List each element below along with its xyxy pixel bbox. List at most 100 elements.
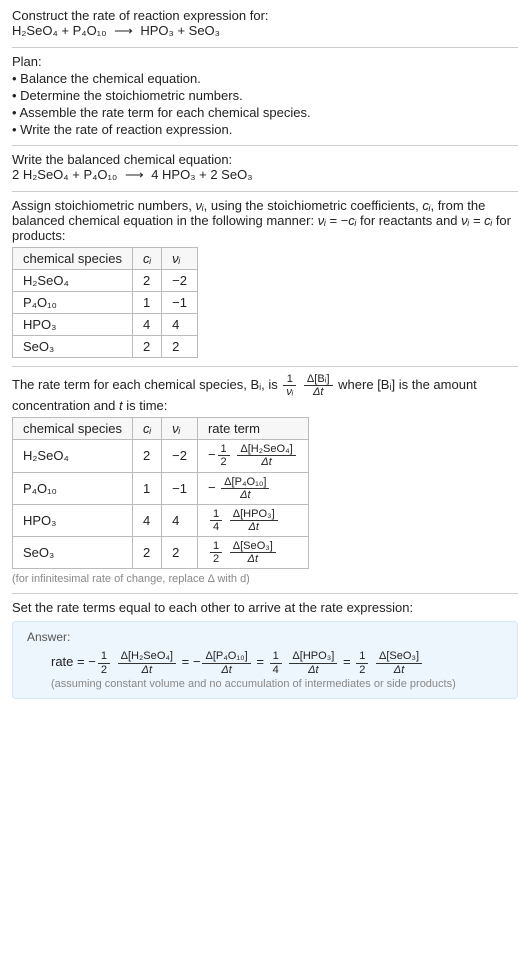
den: Δt	[304, 386, 333, 398]
divider	[12, 47, 518, 48]
delta-frac: Δ[P₄O₁₀]Δt	[202, 650, 250, 675]
delta-frac: Δ[HPO₃]Δt	[289, 650, 337, 675]
den: 2	[356, 664, 368, 676]
eq-products: νᵢ = cᵢ	[461, 213, 492, 228]
num: Δ[H₂SeO₄]	[118, 650, 176, 663]
col-vi: νᵢ	[162, 248, 198, 270]
divider	[12, 191, 518, 192]
table-row: SeO₃ 2 2 12 Δ[SeO₃]Δt	[13, 537, 309, 569]
num: Δ[SeO₃]	[376, 650, 422, 663]
cell-rateterm: − Δ[P₄O₁₀]Δt	[197, 472, 308, 504]
plan-item: • Assemble the rate term for each chemic…	[12, 105, 518, 120]
table-header-row: chemical species cᵢ νᵢ rate term	[13, 418, 309, 440]
table-row: P₄O₁₀1−1	[13, 292, 198, 314]
plus: +	[174, 23, 189, 38]
infinitesimal-note: (for infinitesimal rate of change, repla…	[12, 573, 518, 585]
delta-frac: Δ[P₄O₁₀]Δt	[221, 476, 269, 501]
den: νᵢ	[283, 386, 296, 398]
assign-text: , using the stoichiometric coefficients,	[204, 198, 423, 213]
col-ci: cᵢ	[133, 418, 162, 440]
cell-ci: 2	[133, 440, 162, 472]
cell-vi: 4	[162, 504, 198, 536]
divider	[12, 145, 518, 146]
cell-species: H₂SeO₄	[13, 270, 133, 292]
cell-species: P₄O₁₀	[13, 472, 133, 504]
cell-vi: 4	[162, 314, 198, 336]
delta-frac: Δ[H₂SeO₄]Δt	[118, 650, 176, 675]
divider	[12, 366, 518, 367]
num: 1	[210, 508, 222, 521]
balanced-section: Write the balanced chemical equation: 2 …	[12, 152, 518, 183]
col-rateterm: rate term	[197, 418, 308, 440]
coef-frac: 12	[210, 540, 222, 565]
assign-text: Assign stoichiometric numbers,	[12, 198, 196, 213]
cell-species: SeO₃	[13, 537, 133, 569]
col-vi: νᵢ	[162, 418, 198, 440]
stoich-table: chemical species cᵢ νᵢ H₂SeO₄2−2 P₄O₁₀1−…	[12, 247, 198, 358]
bi: Bᵢ	[250, 377, 261, 392]
cell-species: HPO₃	[13, 504, 133, 536]
plan-item: • Write the rate of reaction expression.	[12, 122, 518, 137]
rate-expression: rate = −12 Δ[H₂SeO₄]Δt = −Δ[P₄O₁₀]Δt = 1…	[51, 650, 503, 675]
coef-frac: 12	[98, 650, 110, 675]
nu-i: νᵢ	[196, 198, 204, 213]
num: Δ[H₂SeO₄]	[237, 443, 295, 456]
coef-frac: 12	[218, 443, 230, 468]
den: Δt	[289, 664, 337, 676]
rateterm-text: is time:	[123, 398, 168, 413]
num: 1	[283, 373, 296, 386]
neg-sign: −	[193, 654, 201, 669]
table-row: SeO₃22	[13, 336, 198, 358]
den: 2	[210, 553, 222, 565]
cell-vi: −2	[162, 440, 198, 472]
den: Δt	[221, 489, 269, 501]
rateterm-text: , is	[261, 377, 281, 392]
cell-vi: 2	[162, 336, 198, 358]
intro-section: Construct the rate of reaction expressio…	[12, 8, 518, 39]
cell-species: P₄O₁₀	[13, 292, 133, 314]
cell-rateterm: 12 Δ[SeO₃]Δt	[197, 537, 308, 569]
cell-species: HPO₃	[13, 314, 133, 336]
plan-title: Plan:	[12, 54, 518, 69]
table-header-row: chemical species cᵢ νᵢ	[13, 248, 198, 270]
assign-section: Assign stoichiometric numbers, νᵢ, using…	[12, 198, 518, 358]
equals: =	[343, 654, 354, 669]
cell-vi: −1	[162, 292, 198, 314]
col-ci: cᵢ	[133, 248, 162, 270]
num: Δ[P₄O₁₀]	[202, 650, 250, 663]
species-h2seo4: H₂SeO₄	[12, 23, 58, 38]
rate-eq: rate =	[51, 654, 88, 669]
table-row: H₂SeO₄2−2	[13, 270, 198, 292]
cell-rateterm: 14 Δ[HPO₃]Δt	[197, 504, 308, 536]
sign: −	[208, 480, 216, 495]
cell-ci: 4	[133, 314, 162, 336]
balanced-term: 4 HPO₃	[151, 167, 195, 182]
num: 1	[210, 540, 222, 553]
equals: =	[182, 654, 193, 669]
neg-sign: −	[88, 654, 96, 669]
table-row: HPO₃ 4 4 14 Δ[HPO₃]Δt	[13, 504, 309, 536]
balanced-equation: 2 H₂SeO₄ + P₄O₁₀ ⟶ 4 HPO₃ + 2 SeO₃	[12, 167, 518, 183]
equals: =	[256, 654, 267, 669]
cell-vi: −1	[162, 472, 198, 504]
num: Δ[P₄O₁₀]	[221, 476, 269, 489]
rateterm-text: The rate term for each chemical species,	[12, 377, 250, 392]
divider	[12, 593, 518, 594]
intro-title: Construct the rate of reaction expressio…	[12, 8, 518, 23]
col-species: chemical species	[13, 248, 133, 270]
cell-ci: 2	[133, 537, 162, 569]
plus: +	[196, 167, 211, 182]
species-hpo3: HPO₃	[140, 23, 173, 38]
coef-frac: 14	[210, 508, 222, 533]
num: 1	[98, 650, 110, 663]
den: 2	[98, 664, 110, 676]
arrow-icon: ⟶	[125, 167, 144, 182]
num: Δ[Bᵢ]	[304, 373, 333, 386]
final-section: Set the rate terms equal to each other t…	[12, 600, 518, 698]
delta-frac: Δ[SeO₃]Δt	[376, 650, 422, 675]
cell-ci: 2	[133, 336, 162, 358]
plus: +	[58, 23, 73, 38]
plan-item: • Determine the stoichiometric numbers.	[12, 88, 518, 103]
balanced-title: Write the balanced chemical equation:	[12, 152, 518, 167]
den: 4	[270, 664, 282, 676]
